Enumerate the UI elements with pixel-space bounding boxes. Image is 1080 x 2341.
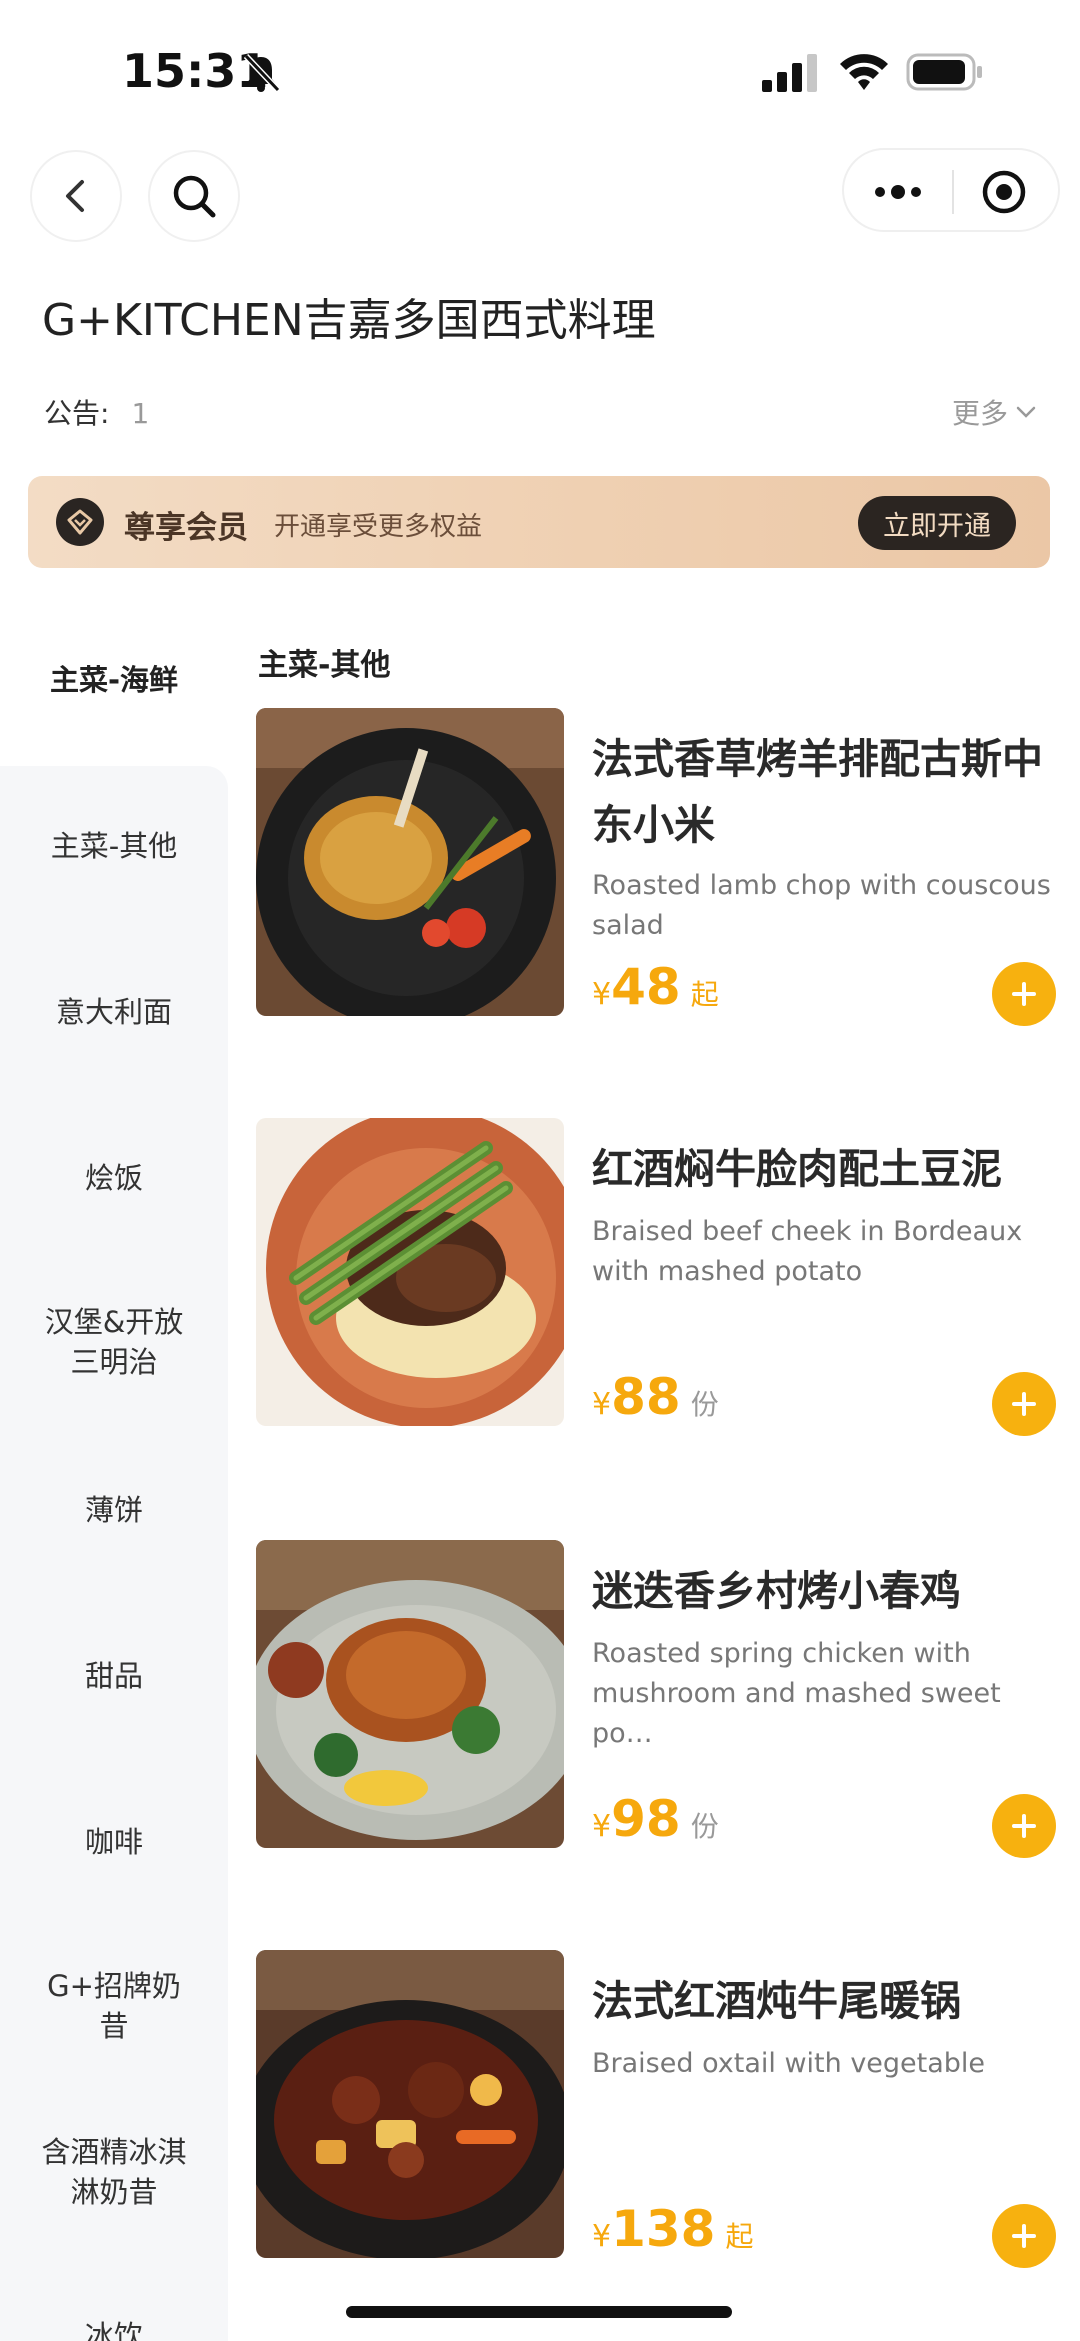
sidebar-item-pasta[interactable]: 意大利面 (0, 992, 228, 1032)
chevron-down-icon (1016, 406, 1036, 418)
price-unit: 份 (690, 1810, 719, 1843)
home-indicator[interactable] (346, 2306, 732, 2318)
signal-icon (762, 54, 817, 92)
dish-description: Roasted spring chicken with mushroom and… (592, 1638, 1001, 1749)
sidebar-item-milkshake[interactable]: G+招牌奶 昔 (0, 1966, 228, 2046)
capsule-divider (952, 170, 954, 214)
price-value: 138 (611, 2200, 716, 2258)
chevron-left-icon (66, 180, 84, 212)
dish-name: 法式香草烤羊排配古斯中东小米 (592, 735, 1043, 849)
dish-price: ¥ 88 份 (592, 1368, 719, 1426)
dish-image (256, 708, 564, 1016)
sidebar-item-alcohol-shake[interactable]: 含酒精冰淇 淋奶昔 (0, 2132, 228, 2212)
dish-price: ¥ 98 份 (592, 1790, 719, 1848)
sidebar-item-dessert[interactable]: 甜品 (0, 1656, 228, 1696)
membership-banner[interactable]: 尊享会员 开通享受更多权益 立即开通 (28, 476, 1050, 568)
dish-card[interactable]: 法式香草烤羊排配古斯中东小米 Roasted lamb chop with co… (256, 708, 1056, 1048)
mini-program-capsule (842, 148, 1060, 232)
close-target-icon[interactable] (980, 168, 1028, 216)
member-badge-icon (56, 498, 104, 546)
dish-image (256, 1118, 564, 1426)
currency-symbol: ¥ (592, 1387, 612, 1422)
plus-icon (1012, 2224, 1036, 2248)
add-to-cart-button[interactable] (992, 2204, 1056, 2268)
price-value: 48 (611, 958, 681, 1016)
dish-name: 迷迭香乡村烤小春鸡 (592, 1567, 961, 1615)
sidebar-item-flatbread[interactable]: 薄饼 (0, 1490, 228, 1530)
dish-name: 法式红酒炖牛尾暖锅 (592, 1977, 961, 2025)
more-dots-icon[interactable] (870, 174, 926, 210)
dish-description: Braised oxtail with vegetable (592, 2048, 986, 2079)
dish-price: ¥ 48 起 (592, 958, 719, 1016)
bell-muted-icon (243, 53, 281, 93)
price-unit: 起 (690, 978, 719, 1011)
price-value: 88 (611, 1368, 681, 1426)
dish-image (256, 1950, 564, 2258)
plus-icon (1012, 1392, 1036, 1416)
dish-name: 红酒焖牛脸肉配土豆泥 (592, 1145, 1002, 1193)
dish-card[interactable]: 法式红酒炖牛尾暖锅 Braised oxtail with vegetable … (256, 1950, 1056, 2290)
add-to-cart-button[interactable] (992, 1372, 1056, 1436)
plus-icon (1012, 1814, 1036, 1838)
dish-description: Braised beef cheek in Bordeaux with mash… (592, 1216, 1023, 1287)
currency-symbol: ¥ (592, 1809, 612, 1844)
notice-label: 公告: (44, 397, 110, 430)
add-to-cart-button[interactable] (992, 1794, 1056, 1858)
currency-symbol: ¥ (592, 977, 612, 1012)
sidebar-item-coffee[interactable]: 咖啡 (0, 1822, 228, 1862)
dish-price: ¥ 138 起 (592, 2200, 753, 2258)
status-bar: 15:31 (0, 0, 1080, 140)
notice[interactable]: 公告: 1 (44, 392, 149, 432)
dish-description: Roasted lamb chop with couscous salad (592, 870, 1051, 941)
more-link[interactable]: 更多 (952, 392, 1038, 432)
price-value: 98 (611, 1790, 681, 1848)
search-icon (173, 175, 216, 218)
diamond-icon (67, 509, 93, 535)
dish-image (256, 1540, 564, 1848)
battery-icon (906, 53, 982, 91)
dish-card[interactable]: 迷迭香乡村烤小春鸡 Roasted spring chicken with mu… (256, 1540, 1056, 1880)
section-title: 主菜-其他 (258, 648, 391, 683)
member-open-button[interactable]: 立即开通 (858, 496, 1016, 550)
dish-card[interactable]: 红酒焖牛脸肉配土豆泥 Braised beef cheek in Bordeau… (256, 1118, 1056, 1458)
member-title: 尊享会员 (124, 510, 248, 546)
search-button[interactable] (148, 150, 240, 242)
sidebar-item-cold-drinks[interactable]: 冰饮 (0, 2316, 228, 2341)
more-label: 更多 (951, 397, 1008, 430)
sidebar-item-seafood[interactable]: 主菜-海鲜 (0, 660, 228, 700)
category-sidebar: 主菜-海鲜 主菜-其他 意大利面 烩饭 汉堡&开放 三明治 薄饼 甜品 咖啡 G… (0, 600, 228, 2341)
back-button[interactable] (30, 150, 122, 242)
notice-value: 1 (131, 397, 150, 430)
price-unit: 起 (725, 2220, 754, 2253)
sidebar-item-burger[interactable]: 汉堡&开放 三明治 (0, 1302, 228, 1382)
add-to-cart-button[interactable] (992, 962, 1056, 1026)
currency-symbol: ¥ (592, 2219, 612, 2254)
member-subtitle: 开通享受更多权益 (274, 512, 483, 542)
store-title: G+KITCHEN吉嘉多国西式料理 (42, 295, 656, 346)
sidebar-item-risotto[interactable]: 烩饭 (0, 1158, 228, 1198)
sidebar-item-other-mains[interactable]: 主菜-其他 (0, 826, 228, 866)
wifi-icon (840, 54, 888, 90)
price-unit: 份 (690, 1388, 719, 1421)
plus-icon (1012, 982, 1036, 1006)
